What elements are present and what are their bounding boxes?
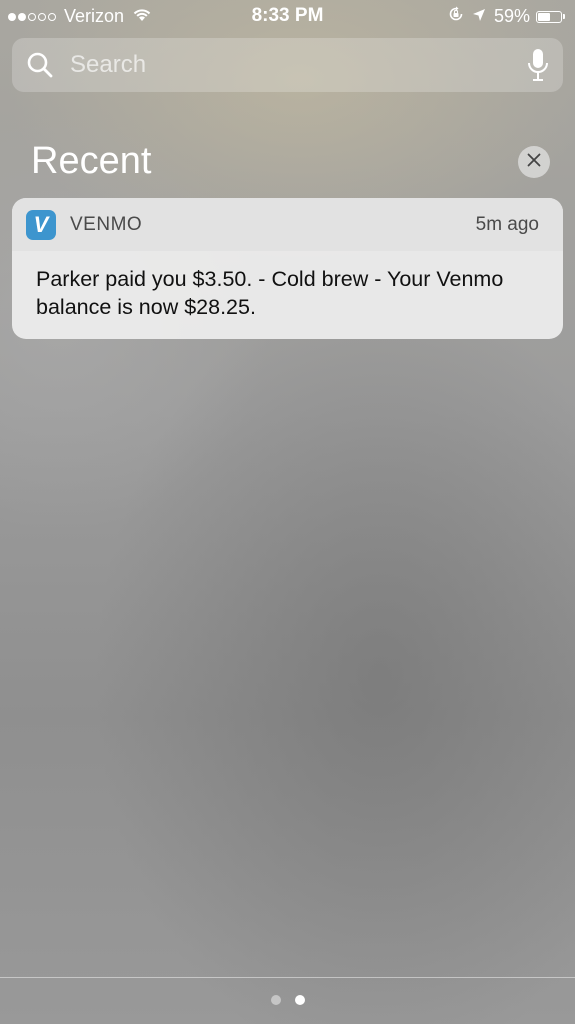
search-bar[interactable]: [12, 38, 563, 92]
notification-card[interactable]: V VENMO 5m ago Parker paid you $3.50. - …: [12, 198, 563, 339]
page-dot[interactable]: [270, 995, 281, 1005]
page-indicator[interactable]: [0, 995, 575, 1005]
search-icon: [26, 51, 54, 79]
location-arrow-icon: [472, 6, 486, 27]
battery-level: [538, 12, 551, 21]
microphone-icon[interactable]: [527, 48, 549, 82]
notification-header: V VENMO 5m ago: [12, 198, 563, 251]
battery-percent: 59%: [493, 6, 530, 26]
bottom-divider: [0, 977, 575, 978]
status-bar: Verizon 8:33 PM 59%: [0, 0, 575, 32]
search-input[interactable]: [68, 50, 527, 80]
app-name: VENMO: [70, 213, 143, 235]
notification-message: Parker paid you $3.50. - Cold brew - You…: [36, 267, 504, 319]
venmo-app-icon: V: [26, 209, 56, 240]
battery-icon: [536, 10, 562, 23]
close-icon: [527, 153, 541, 172]
page-dot[interactable]: [294, 995, 305, 1005]
rotation-lock-icon: [448, 6, 464, 27]
app-icon-letter: V: [33, 211, 49, 237]
battery-nub: [563, 14, 565, 19]
clear-notifications-button[interactable]: [518, 146, 550, 178]
notification-time: 5m ago: [475, 213, 539, 235]
status-right: 59%: [448, 6, 565, 27]
recent-title: Recent: [31, 140, 152, 182]
